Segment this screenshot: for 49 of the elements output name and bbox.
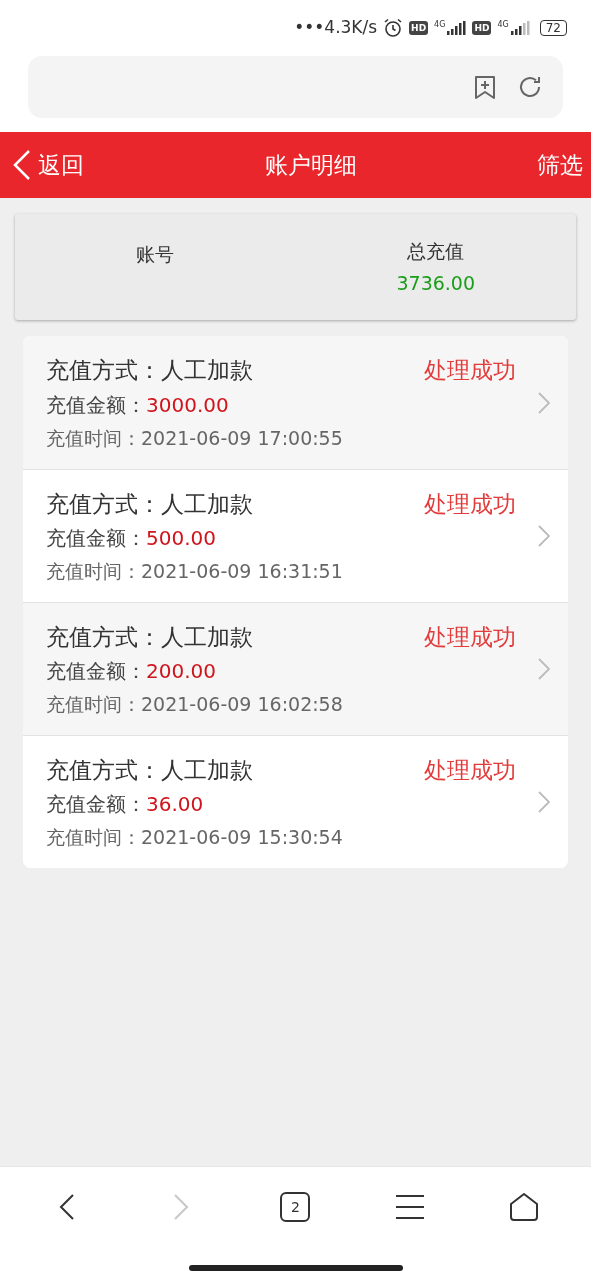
status-text: 处理成功 <box>424 356 516 385</box>
battery-indicator: 72 <box>539 20 567 36</box>
back-icon <box>12 149 32 181</box>
amount-label: 充值金额： <box>46 658 146 685</box>
filter-button[interactable]: 筛选 <box>537 147 591 183</box>
method-text: 充值方式：人工加款 <box>46 356 253 385</box>
record-row[interactable]: 充值方式：人工加款 处理成功 充值金额：200.00 充值时间：2021-06-09 16:02:58 <box>23 602 568 735</box>
menu-icon[interactable] <box>394 1194 425 1220</box>
bookmark-add-icon[interactable] <box>473 74 497 100</box>
tabs-button[interactable]: 2 <box>280 1192 311 1222</box>
network-type: 4G <box>434 21 446 29</box>
network-type: 4G <box>497 21 509 29</box>
chevron-icon <box>538 658 550 680</box>
total-label: 总充值 <box>407 238 465 264</box>
time-text: 充值时间：2021-06-09 17:00:55 <box>46 425 344 451</box>
chevron-icon <box>538 525 550 547</box>
hd-badge: HD <box>409 21 429 35</box>
status-text: 处理成功 <box>424 622 516 652</box>
status-text: 处理成功 <box>424 489 516 519</box>
signal-icon <box>509 21 530 35</box>
network-speed: •••4.3K/s <box>294 16 378 40</box>
chevron-icon <box>538 391 550 414</box>
refresh-icon[interactable] <box>517 74 543 100</box>
amount-label: 充值金额： <box>46 791 146 818</box>
time-text: 充值时间：2021-06-09 15:30:54 <box>46 825 344 850</box>
home-icon[interactable] <box>508 1192 539 1222</box>
back-icon[interactable] <box>59 1193 76 1221</box>
time-text: 充值时间：2021-06-09 16:02:58 <box>46 692 344 717</box>
status-text: 处理成功 <box>424 755 516 785</box>
method-text: 充值方式：人工加款 <box>46 755 253 785</box>
chevron-icon <box>538 791 550 813</box>
time-text: 充值时间：2021-06-09 16:31:51 <box>46 559 344 584</box>
total-value: 3736.00 <box>396 271 476 296</box>
page-title: 账户明细 <box>264 150 357 180</box>
hd-badge: HD <box>472 21 492 35</box>
amount-value: 36.00 <box>146 791 204 818</box>
record-row[interactable]: 充值方式：人工加款 处理成功 充值金额：3000.00 充值时间：2021-06-09 17:00:55 <box>23 336 568 469</box>
method-text: 充值方式：人工加款 <box>46 489 253 519</box>
amount-value: 3000.00 <box>146 391 229 419</box>
amount-label: 充值金额： <box>46 391 146 419</box>
amount-value: 500.00 <box>146 525 216 552</box>
back-button[interactable]: 返回 <box>0 147 84 183</box>
account-label: 账号 <box>136 242 175 267</box>
amount-value: 200.00 <box>146 658 216 685</box>
signal-icon <box>446 21 467 35</box>
record-row[interactable]: 充值方式：人工加款 处理成功 充值金额：36.00 充值时间：2021-06-09 15:30:54 <box>23 735 568 868</box>
amount-label: 充值金额： <box>46 525 146 552</box>
method-text: 充值方式：人工加款 <box>46 622 253 652</box>
alarm-icon <box>383 18 404 38</box>
